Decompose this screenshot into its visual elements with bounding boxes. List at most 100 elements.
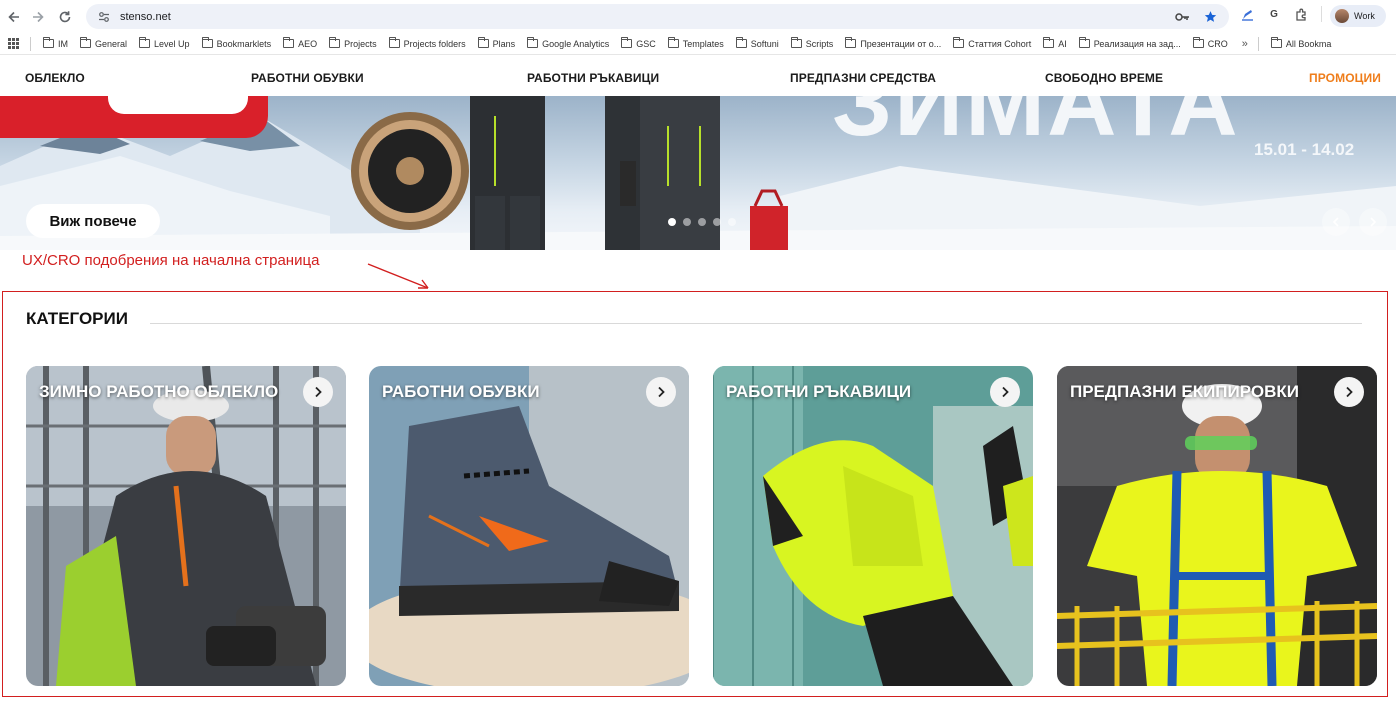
category-card-title: РАБОТНИ ОБУВКИ: [382, 382, 540, 401]
bookmark-star-icon[interactable]: [1204, 10, 1217, 23]
profile-label: Work: [1354, 11, 1375, 21]
work-glove-image: [713, 366, 1033, 686]
folder-icon: [283, 37, 295, 48]
category-card-arrow-button[interactable]: [990, 377, 1020, 407]
bookmark-folder[interactable]: Templates: [667, 37, 724, 49]
bookmark-folder[interactable]: General: [80, 37, 127, 49]
nav-item-clothing[interactable]: ОБЛЕКЛО: [25, 71, 85, 85]
hero-promo-badge-cutout: [108, 96, 248, 114]
address-bar[interactable]: stenso.net: [86, 4, 1229, 29]
folder-icon: [1043, 37, 1055, 48]
bookmark-folder[interactable]: Projects: [329, 37, 377, 49]
forward-button[interactable]: [24, 3, 52, 31]
bookmarks-overflow-button[interactable]: »: [1242, 38, 1248, 50]
reload-button[interactable]: [51, 3, 79, 31]
bookmark-folder[interactable]: Projects folders: [388, 37, 466, 49]
carousel-prev-button[interactable]: [1322, 208, 1350, 236]
bookmark-folder[interactable]: Реализация на зад...: [1078, 37, 1181, 49]
folder-icon: [477, 37, 489, 48]
bookmarks-divider: [1257, 36, 1259, 51]
carousel-dot-2[interactable]: [683, 218, 691, 226]
nav-item-work-gloves[interactable]: РАБОТНИ РЪКАВИЦИ: [527, 71, 659, 85]
bookmark-folder[interactable]: Plans: [477, 37, 515, 49]
reload-icon: [59, 11, 71, 23]
workers-image: [351, 96, 788, 250]
bookmark-folder[interactable]: Softuni: [735, 37, 779, 49]
bookmark-folder[interactable]: AI: [1043, 37, 1067, 49]
category-card-title: ЗИМНО РАБОТНО ОБЛЕКЛО: [39, 382, 279, 401]
category-card-work-shoes[interactable]: РАБОТНИ ОБУВКИ: [369, 366, 689, 686]
folder-icon: [845, 37, 857, 48]
nav-item-work-shoes[interactable]: РАБОТНИ ОБУВКИ: [251, 71, 364, 85]
category-card-arrow-button[interactable]: [646, 377, 676, 407]
nav-item-protective-equipment[interactable]: ПРЕДПАЗНИ СРЕДСТВА: [790, 71, 936, 85]
extension-g-icon[interactable]: G: [1267, 7, 1281, 21]
folder-icon: [527, 37, 539, 48]
category-card-safety-equipment[interactable]: ПРЕДПАЗНИ ЕКИПИРОВКИ: [1057, 366, 1377, 686]
category-card-work-gloves[interactable]: РАБОТНИ РЪКАВИЦИ: [713, 366, 1033, 686]
chevron-right-icon: [1370, 217, 1377, 227]
category-card-title: РАБОТНИ РЪКАВИЦИ: [726, 382, 912, 401]
bookmark-folder[interactable]: Статтия Cohort: [953, 37, 1031, 49]
folder-icon: [201, 37, 213, 48]
chevron-right-icon: [1346, 386, 1353, 398]
work-boot-image: [369, 366, 689, 686]
nav-item-leisure[interactable]: СВОБОДНО ВРЕМЕ: [1045, 71, 1163, 85]
site-info-icon[interactable]: [94, 11, 114, 23]
chevron-left-icon: [1332, 217, 1339, 227]
hero-date-range: 15.01 - 14.02: [1254, 140, 1355, 159]
folder-icon: [1078, 37, 1090, 48]
folder-icon: [43, 37, 54, 48]
carousel-dot-3[interactable]: [698, 218, 706, 226]
bookmark-folder[interactable]: Bookmarklets: [201, 37, 271, 49]
apps-grid-icon[interactable]: [2, 38, 24, 49]
all-bookmarks-folder[interactable]: All Bookma: [1270, 37, 1331, 49]
safety-harness-image: [1057, 366, 1377, 686]
folder-icon: [621, 37, 633, 48]
site-main-nav: ОБЛЕКЛО РАБОТНИ ОБУВКИ РАБОТНИ РЪКАВИЦИ …: [0, 60, 1396, 96]
url-text[interactable]: stenso.net: [120, 11, 1175, 23]
annotation-label: UX/CRO подобрения на начална страница: [22, 252, 320, 269]
chevron-right-icon: [315, 386, 322, 398]
bookmark-folder[interactable]: Level Up: [139, 37, 190, 49]
bookmark-folder[interactable]: Google Analytics: [527, 37, 609, 49]
chevron-right-icon: [1002, 386, 1009, 398]
hero-cta-button[interactable]: Виж повече: [26, 204, 160, 238]
bookmark-folder[interactable]: GSC: [621, 37, 656, 49]
carousel-dot-5[interactable]: [728, 218, 736, 226]
folder-icon: [329, 37, 341, 48]
carousel-next-button[interactable]: [1359, 208, 1387, 236]
folder-icon: [139, 37, 151, 48]
arrow-left-icon: [8, 11, 19, 23]
category-card-winter-workwear[interactable]: ЗИМНО РАБОТНО ОБЛЕКЛО: [26, 366, 346, 686]
winter-workwear-image: [26, 366, 346, 686]
nav-item-promotions[interactable]: ПРОМОЦИИ: [1309, 71, 1381, 85]
hero-headline: ЗИМАТА: [832, 96, 1240, 156]
folder-icon: [953, 37, 965, 48]
category-card-title: ПРЕДПАЗНИ ЕКИПИРОВКИ: [1070, 382, 1299, 401]
bookmark-folder[interactable]: Презентации от о...: [845, 37, 941, 49]
extensions-puzzle-icon[interactable]: [1294, 7, 1308, 21]
category-card-arrow-button[interactable]: [1334, 377, 1364, 407]
folder-icon: [667, 37, 679, 48]
category-card-arrow-button[interactable]: [303, 377, 333, 407]
bookmark-folder[interactable]: CRO: [1192, 37, 1228, 49]
bookmark-folder[interactable]: IM: [43, 37, 68, 49]
bookmark-folder[interactable]: AEO: [283, 37, 317, 49]
extensions-area: G: [1240, 6, 1322, 22]
bookmarks-bar: IM General Level Up Bookmarklets AEO Pro…: [0, 33, 1396, 55]
carousel-dot-1[interactable]: [668, 218, 676, 226]
profile-button[interactable]: Work: [1330, 5, 1386, 27]
arrow-right-icon: [33, 11, 44, 23]
avatar: [1335, 9, 1349, 23]
bookmarks-divider: [30, 36, 31, 51]
toolbar-divider: [1321, 6, 1322, 22]
extension-edit-icon[interactable]: [1240, 7, 1254, 21]
folder-icon: [388, 37, 400, 48]
chevron-right-icon: [658, 386, 665, 398]
key-icon[interactable]: [1175, 12, 1190, 22]
browser-toolbar: stenso.net G Work: [0, 0, 1396, 33]
hero-banner: ЗИМАТА 15.01 - 14.02 Виж повече: [0, 96, 1396, 250]
bookmark-folder[interactable]: Scripts: [790, 37, 833, 49]
carousel-dot-4[interactable]: [713, 218, 721, 226]
